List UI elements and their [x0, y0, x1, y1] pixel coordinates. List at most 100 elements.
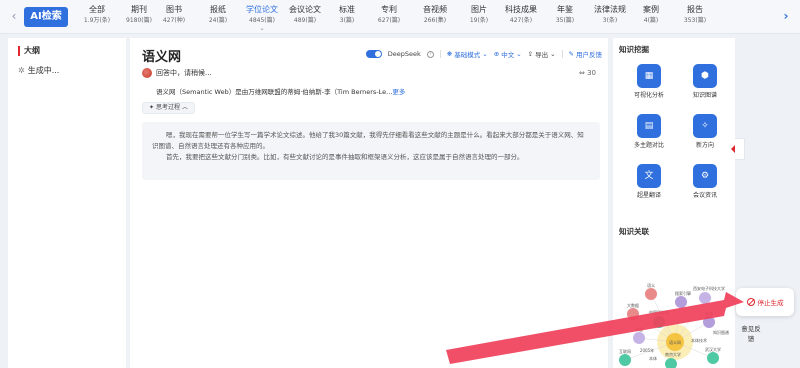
outline-panel: 大纲 ✲ 生成中... — [8, 38, 126, 368]
scroll-left-icon[interactable]: ‹ — [8, 8, 20, 24]
thinking-content: 嗯，我现在需要帮一位学生写一篇学术论文综述。他给了我30篇文献，我得先仔细看看这… — [142, 122, 600, 180]
category-all[interactable]: 全部 1.9万(条) — [74, 4, 120, 26]
category-law[interactable]: 法律法规 3(条) — [587, 4, 633, 26]
category-conference[interactable]: 会议论文 489(篇) — [282, 4, 328, 26]
compass-icon: ✧ — [693, 114, 717, 138]
category-label: 报纸 — [210, 5, 226, 14]
stop-icon — [746, 298, 755, 306]
graph-node[interactable] — [675, 296, 687, 308]
category-label: 图书 — [166, 5, 182, 14]
feedback-button[interactable]: 意见反馈 — [740, 324, 762, 344]
reference-count[interactable]: ⇔ 30 — [579, 69, 596, 77]
category-label: 会议论文 — [289, 5, 321, 14]
tool-conference-news[interactable]: ⚙ 会议资讯 — [677, 164, 733, 200]
svg-text:互联网: 互联网 — [619, 348, 631, 354]
mode-select[interactable]: ❋ 基础模式 ⌄ — [447, 49, 488, 59]
svg-text:本体技术: 本体技术 — [691, 337, 707, 343]
tool-knowledge-graph[interactable]: ⬢ 知识图谱 — [677, 64, 733, 100]
tool-label: 新方向 — [695, 142, 714, 149]
graph-node[interactable] — [627, 308, 639, 320]
category-count: 266(集) — [423, 17, 447, 24]
svg-text:中国科学院: 中国科学院 — [649, 309, 669, 315]
outline-title: 大纲 — [18, 46, 40, 56]
ai-search-logo[interactable]: AI检索 — [24, 7, 68, 27]
deepseek-toggle[interactable] — [365, 50, 382, 58]
stop-generating-button[interactable]: 停止生成 — [736, 288, 794, 316]
status-text: 回答中，请稍候... — [156, 69, 212, 77]
graph-node[interactable] — [707, 352, 719, 364]
export-icon: ⇪ — [527, 50, 534, 58]
tool-new-direction[interactable]: ✧ 新方向 — [677, 114, 733, 150]
category-image[interactable]: 图片 19(条) — [456, 4, 502, 26]
deepseek-label: DeepSeek — [387, 50, 421, 58]
graph-node[interactable] — [619, 354, 631, 366]
compare-icon: ▤ — [637, 114, 661, 138]
category-thesis[interactable]: 学位论文 4845(篇) ⌄ — [239, 4, 285, 32]
term-intro: 语义网（Semantic Web）是由万维网联盟的蒂姆·伯纳斯-李（Tim Be… — [156, 86, 405, 96]
export-button[interactable]: ⇪ 导出 ⌄ — [528, 49, 556, 59]
category-label: 报告 — [687, 5, 703, 14]
category-count: 4(篇) — [643, 17, 659, 24]
tool-visual-analysis[interactable]: ▦ 可视化分析 — [621, 64, 677, 100]
tool-label: 多主题对比 — [633, 142, 664, 149]
category-count: 427(种) — [162, 17, 186, 24]
category-achievement[interactable]: 科技成果 427(条) — [498, 4, 544, 26]
graph-node[interactable] — [653, 316, 665, 328]
tool-topic-compare[interactable]: ▤ 多主题对比 — [621, 114, 677, 150]
category-label: 全部 — [89, 5, 105, 14]
category-report[interactable]: 报告 353(篇) — [672, 4, 718, 26]
svg-text:南京大学: 南京大学 — [665, 351, 681, 357]
language-label: 中文 — [501, 51, 515, 59]
category-newspaper[interactable]: 报纸 24(篇) — [195, 4, 241, 26]
graph-node[interactable] — [645, 288, 657, 300]
divider — [439, 50, 441, 58]
feedback-icon: ✎ — [568, 50, 574, 58]
chevron-down-icon: ⌄ — [550, 50, 556, 58]
panel-collapse-tab[interactable] — [731, 138, 745, 160]
category-count: 3(条) — [602, 17, 618, 24]
answer-panel: 语义网 DeepSeek ? ❋ 基础模式 ⌄ ⊕ 中文 ⌄ ⇪ 导出 ⌄ ✎ 用户反馈 回答… — [130, 38, 608, 368]
tool-translate[interactable]: 文 超星翻译 — [621, 164, 677, 200]
stop-label: 停止生成 — [757, 299, 784, 307]
graph-node[interactable] — [703, 316, 715, 328]
category-label: 学位论文 — [246, 5, 278, 14]
thinking-process-toggle[interactable]: ✦ 思考过程 ︿ — [142, 102, 195, 114]
category-label: 法律法规 — [594, 5, 626, 14]
knowledge-mining-title: 知识挖掘 — [619, 45, 649, 54]
thinking-paragraph: 首先，我要把这些文献分门别类。比如，有些文献讨论的是事件抽取和框架语义分析，这应… — [166, 153, 524, 161]
divider — [561, 50, 563, 58]
language-select[interactable]: ⊕ 中文 ⌄ — [494, 49, 522, 59]
category-label: 音视频 — [423, 5, 447, 14]
graph-node[interactable] — [633, 332, 645, 344]
chevron-down-icon: ⌄ — [516, 50, 522, 58]
mode-label: 基础模式 — [454, 51, 481, 59]
category-yearbook[interactable]: 年鉴 35(篇) — [542, 4, 588, 26]
user-feedback-button[interactable]: ✎ 用户反馈 — [569, 49, 602, 59]
category-count: 489(篇) — [293, 17, 317, 24]
gear-icon: ⚙ — [693, 164, 717, 188]
more-link[interactable]: 更多 — [392, 88, 405, 96]
scroll-right-icon[interactable]: › — [780, 8, 792, 24]
knowledge-panel: 知识挖掘 ▦ 可视化分析 ⬢ 知识图谱 ▤ 多主题对比 ✧ 新方向 文 超星翻译… — [613, 38, 735, 368]
category-count: 35(篇) — [555, 17, 575, 24]
reference-count-value: 30 — [587, 69, 596, 77]
answer-toolbar: DeepSeek ? ❋ 基础模式 ⌄ ⊕ 中文 ⌄ ⇪ 导出 ⌄ ✎ 用户反馈 — [365, 48, 602, 60]
svg-text:语义: 语义 — [647, 282, 655, 288]
category-patent[interactable]: 专利 627(篇) — [366, 4, 412, 26]
thinking-label: 思考过程 — [155, 104, 180, 111]
answer-status: 回答中，请稍候... — [142, 68, 212, 78]
svg-text:语义网: 语义网 — [669, 339, 681, 345]
help-icon[interactable]: ? — [426, 50, 434, 58]
category-count: 3(篇) — [339, 17, 355, 24]
category-book[interactable]: 图书 427(种) — [151, 4, 197, 26]
graph-node[interactable] — [699, 292, 711, 304]
svg-text:武汉大学: 武汉大学 — [705, 346, 721, 352]
svg-text:知识图谱: 知识图谱 — [713, 329, 729, 335]
outline-generating: ✲ 生成中... — [18, 66, 59, 76]
category-count: 19(条) — [469, 17, 489, 24]
category-video[interactable]: 音视频 266(集) — [412, 4, 458, 26]
category-case[interactable]: 案例 4(篇) — [628, 4, 674, 26]
category-standard[interactable]: 标准 3(篇) — [324, 4, 370, 26]
knowledge-relation-graph[interactable]: 语义 搜索引擎 西安电子科技大学 大数据 中国科学院 本体 本题 知识图谱 语义… — [613, 242, 735, 368]
category-count: 427(条) — [509, 17, 533, 24]
